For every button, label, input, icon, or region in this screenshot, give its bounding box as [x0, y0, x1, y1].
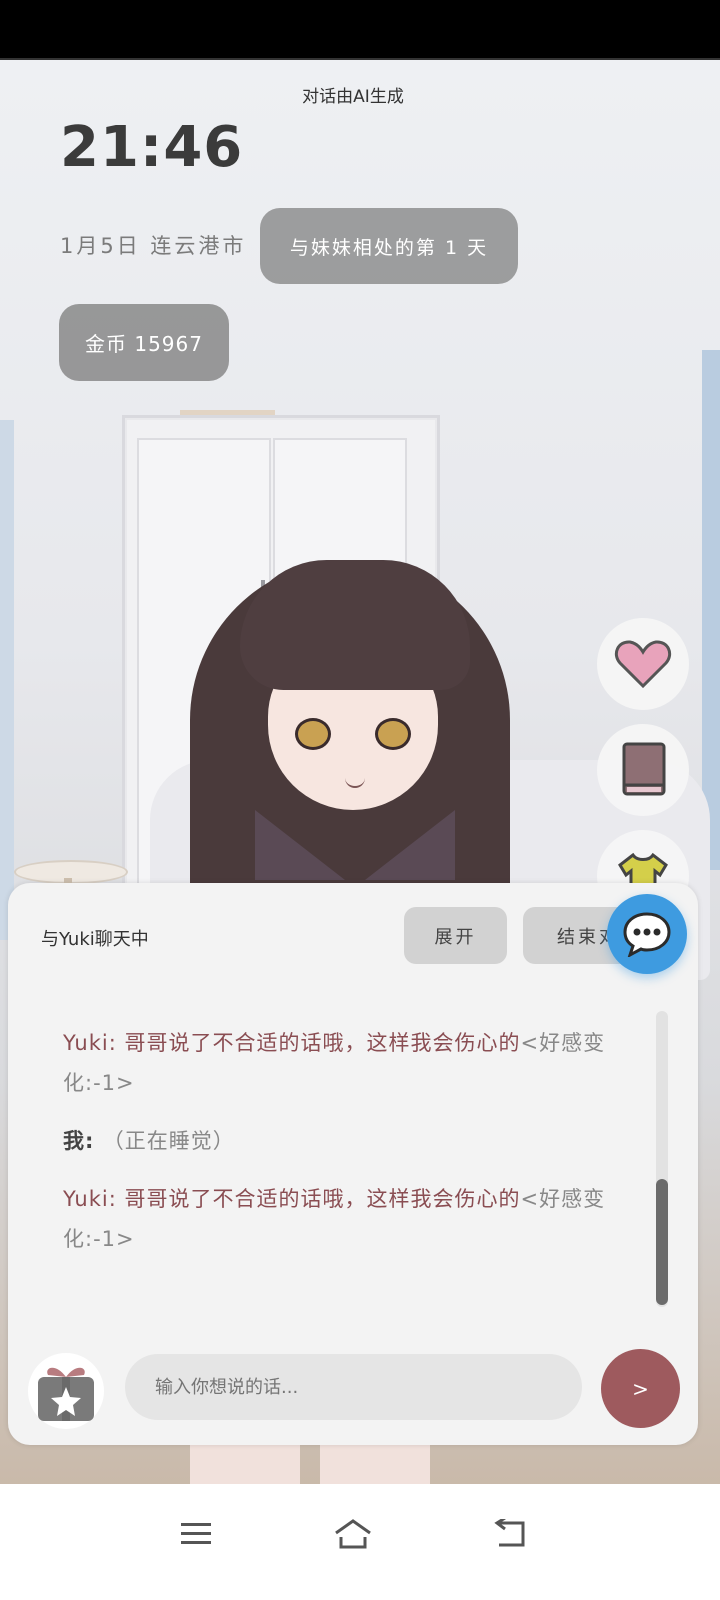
message-text: 哥哥说了不合适的话哦，这样我会伤心的: [124, 1031, 521, 1055]
character-eye-left: [295, 718, 331, 750]
clock-time: 21:46: [60, 115, 244, 180]
message-text: 哥哥说了不合适的话哦，这样我会伤心的: [124, 1187, 521, 1211]
diary-button[interactable]: [597, 724, 689, 816]
gift-icon: [38, 1367, 94, 1421]
message-item: Yuki: 哥哥说了不合适的话哦，这样我会伤心的<好感变化:-1>: [63, 1023, 623, 1103]
system-nav-bar: [0, 1484, 720, 1600]
home-icon: [335, 1519, 371, 1549]
message-item: Yuki: 哥哥说了不合适的话哦，这样我会伤心的<好感变化:-1>: [63, 1179, 623, 1259]
chat-fab-button[interactable]: [607, 894, 687, 974]
ai-generated-note: 对话由AI生成: [302, 87, 404, 107]
day-counter-badge: 与妹妹相处的第 1 天: [260, 208, 518, 284]
window-left: [0, 420, 14, 940]
character-bangs: [240, 560, 470, 690]
menu-icon: [181, 1523, 211, 1544]
window-right: [702, 350, 720, 870]
expand-button[interactable]: 展开: [404, 907, 507, 964]
gift-button[interactable]: [28, 1353, 104, 1429]
message-text: （正在睡觉）: [102, 1129, 235, 1153]
favorability-button[interactable]: [597, 618, 689, 710]
chat-bubble-icon: [623, 912, 671, 957]
message-item: 我: （正在睡觉）: [63, 1121, 623, 1161]
coin-balance-badge[interactable]: 金币 15967: [59, 304, 229, 381]
home-button[interactable]: [323, 1512, 383, 1556]
message-input[interactable]: [125, 1354, 582, 1420]
date-location: 1月5日 连云港市: [60, 234, 247, 258]
message-list: Yuki: 哥哥说了不合适的话哦，这样我会伤心的<好感变化:-1> 我: （正在…: [63, 1023, 623, 1277]
back-button[interactable]: [480, 1512, 540, 1556]
send-button[interactable]: >: [601, 1349, 680, 1428]
book-icon: [622, 742, 666, 796]
chat-title: 与Yuki聊天中: [41, 929, 149, 950]
chat-panel: 与Yuki聊天中 展开 结束对话 Yuki: 哥哥说了不合适的话哦，这样我会伤心…: [8, 883, 698, 1445]
status-bar: [0, 0, 720, 58]
message-speaker: Yuki:: [63, 1031, 125, 1055]
character-eye-right: [375, 718, 411, 750]
message-speaker: Yuki:: [63, 1187, 125, 1211]
message-speaker: 我:: [63, 1129, 103, 1153]
character-yuki[interactable]: [170, 520, 530, 940]
heart-icon: [614, 640, 672, 689]
back-icon: [494, 1519, 525, 1547]
menu-button[interactable]: [166, 1512, 226, 1556]
scrollbar-thumb[interactable]: [656, 1179, 668, 1305]
